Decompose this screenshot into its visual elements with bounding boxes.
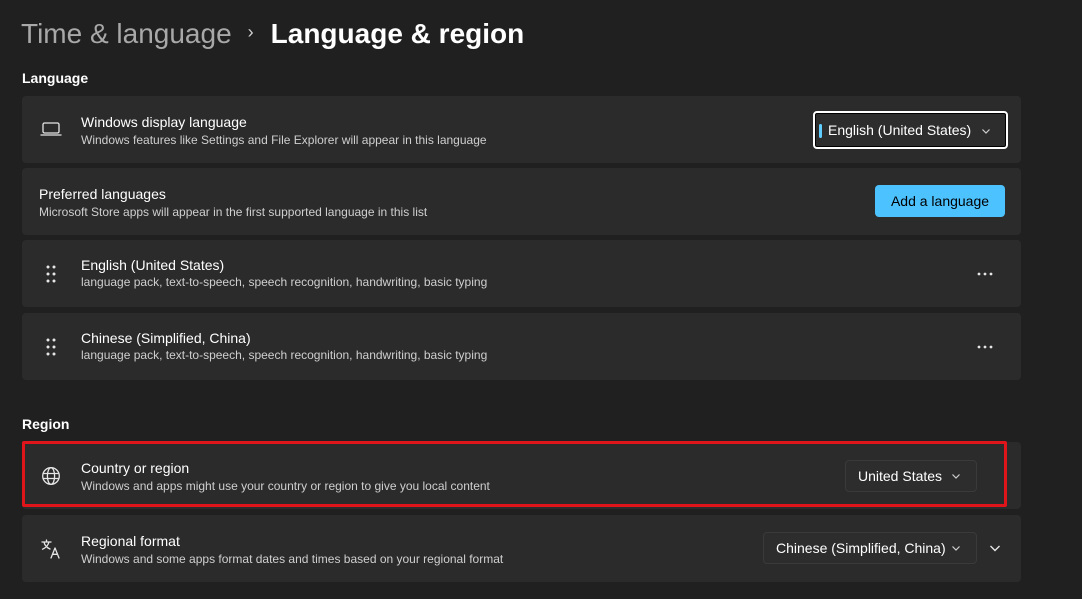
regional-format-selected: Chinese (Simplified, China) xyxy=(776,540,946,556)
drag-handle-icon[interactable] xyxy=(39,262,63,286)
drag-handle-icon[interactable] xyxy=(39,335,63,359)
add-language-button[interactable]: Add a language xyxy=(875,185,1005,217)
display-language-title: Windows display language xyxy=(81,114,247,130)
country-region-card: Country or region Windows and apps might… xyxy=(22,442,1021,509)
regional-format-title: Regional format xyxy=(81,533,180,549)
region-section-heading: Region xyxy=(22,416,70,432)
language-name: Chinese (Simplified, China) xyxy=(81,330,251,346)
chevron-down-icon xyxy=(952,546,960,551)
language-features: language pack, text-to-speech, speech re… xyxy=(81,348,488,362)
language-features: language pack, text-to-speech, speech re… xyxy=(81,275,488,289)
preferred-languages-card: Preferred languages Microsoft Store apps… xyxy=(22,168,1021,235)
country-region-dropdown[interactable]: United States xyxy=(845,460,977,492)
more-icon[interactable] xyxy=(977,339,993,355)
language-name: English (United States) xyxy=(81,257,225,273)
breadcrumb-parent-link[interactable]: Time & language xyxy=(21,18,232,50)
laptop-icon xyxy=(39,117,63,141)
chevron-down-icon xyxy=(982,129,990,134)
language-format-icon xyxy=(39,537,63,561)
more-icon[interactable] xyxy=(977,266,993,282)
language-item[interactable]: English (United States) language pack, t… xyxy=(22,240,1021,307)
page-title: Language & region xyxy=(270,18,525,49)
display-language-selected: English (United States) xyxy=(828,122,972,138)
display-language-description: Windows features like Settings and File … xyxy=(81,133,487,147)
country-region-selected: United States xyxy=(858,468,943,484)
regional-format-dropdown[interactable]: Chinese (Simplified, China) xyxy=(763,532,977,564)
chevron-right-icon: › xyxy=(247,21,254,42)
selection-indicator xyxy=(819,124,822,138)
breadcrumb: Time & language › Language & region xyxy=(21,16,524,52)
globe-icon xyxy=(39,464,63,488)
language-section-heading: Language xyxy=(22,70,89,86)
country-region-title: Country or region xyxy=(81,460,190,476)
preferred-languages-description: Microsoft Store apps will appear in the … xyxy=(39,205,428,219)
display-language-dropdown[interactable]: English (United States) xyxy=(813,111,1008,149)
regional-format-card[interactable]: Regional format Windows and some apps fo… xyxy=(22,515,1021,582)
preferred-languages-title: Preferred languages xyxy=(39,186,166,202)
language-item[interactable]: Chinese (Simplified, China) language pac… xyxy=(22,313,1021,380)
display-language-card: Windows display language Windows feature… xyxy=(22,96,1021,163)
expand-chevron-icon[interactable] xyxy=(988,541,1002,555)
country-region-description: Windows and apps might use your country … xyxy=(81,479,490,493)
chevron-down-icon xyxy=(952,474,960,479)
regional-format-description: Windows and some apps format dates and t… xyxy=(81,552,504,566)
